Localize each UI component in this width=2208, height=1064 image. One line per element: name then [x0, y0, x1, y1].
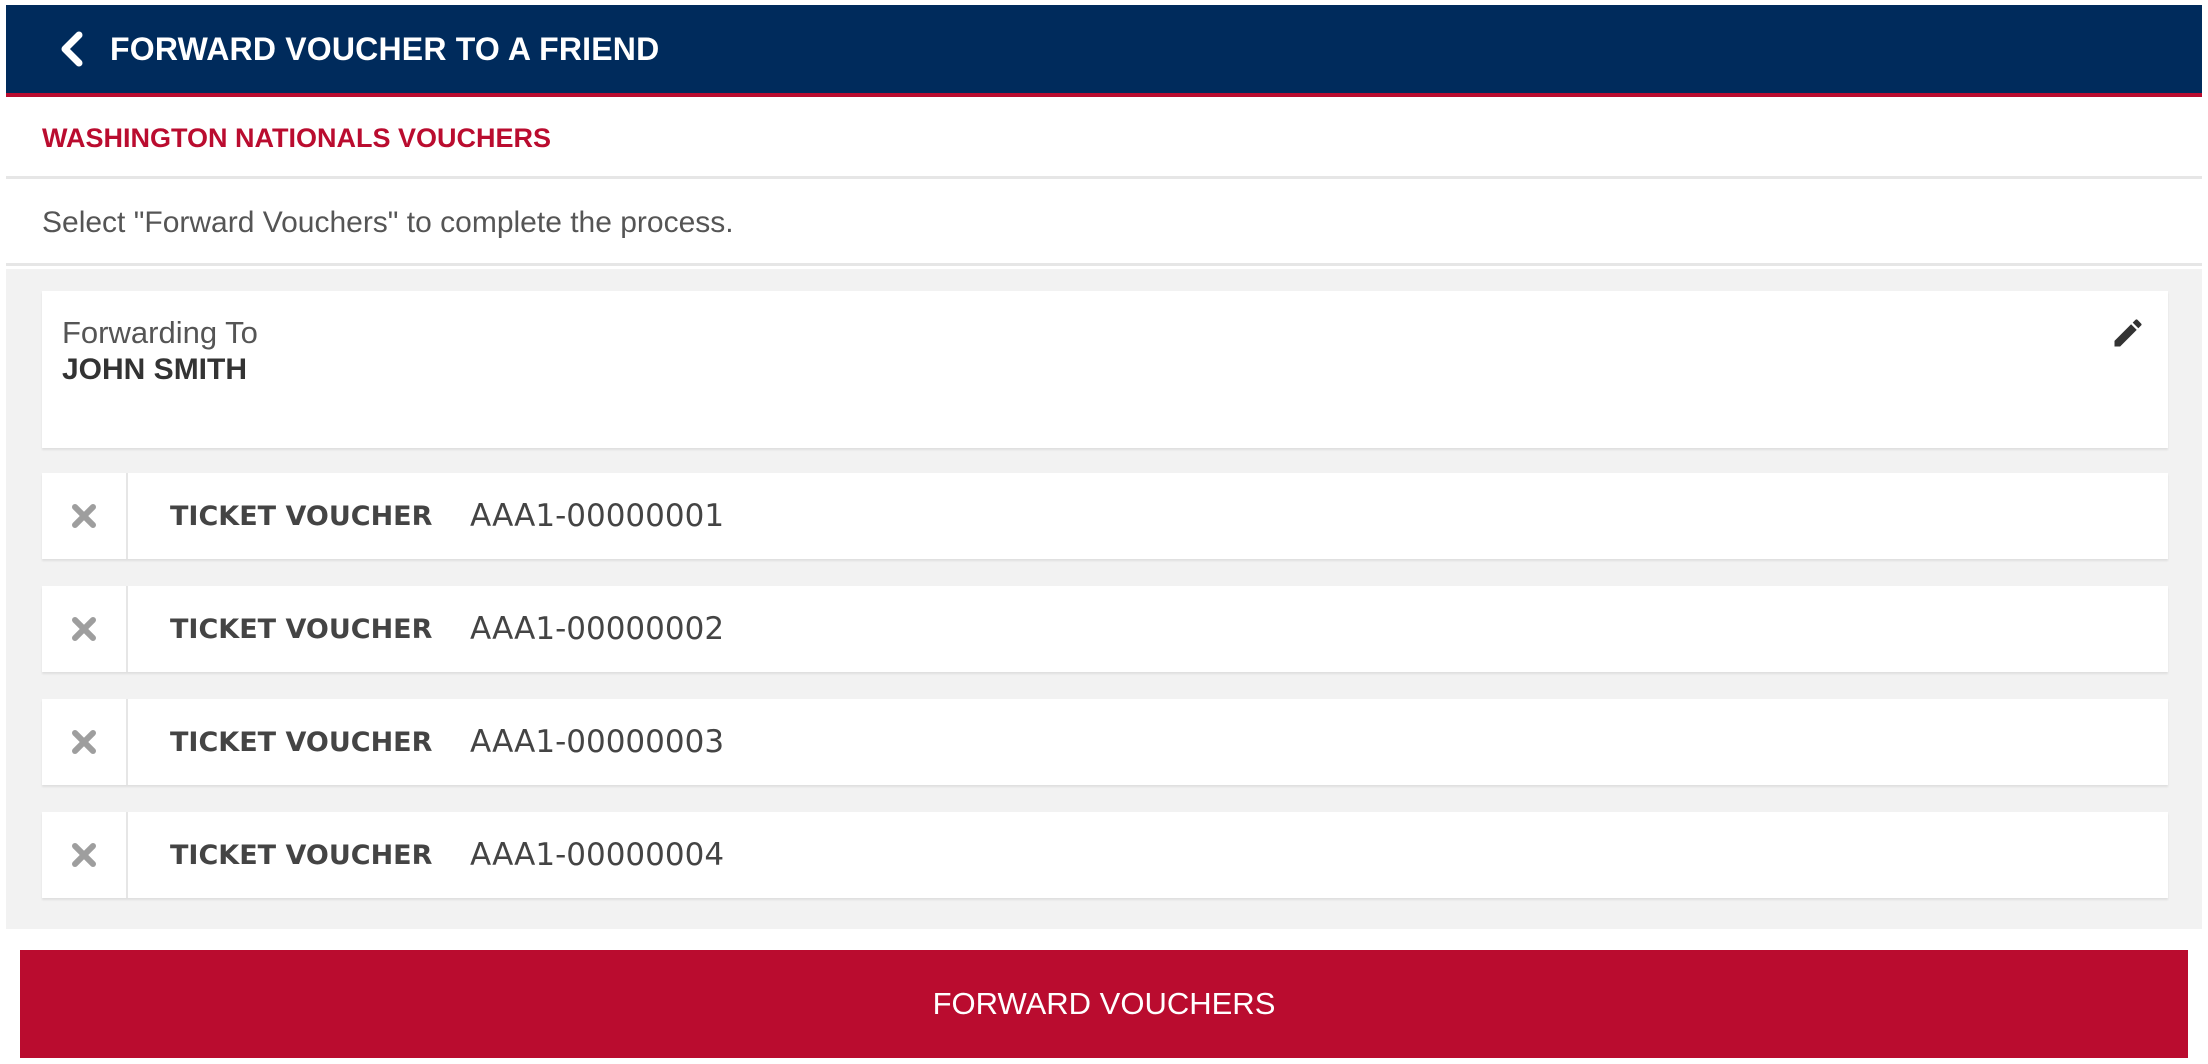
voucher-panel: Forwarding To JOHN SMITH TICKET VOUCHER …	[6, 269, 2202, 929]
voucher-row: TICKET VOUCHER AAA1-00000003	[42, 699, 2168, 785]
forward-voucher-screen: FORWARD VOUCHER TO A FRIEND WASHINGTON N…	[0, 0, 2208, 1064]
voucher-code: AAA1-00000002	[470, 611, 725, 647]
voucher-code: AAA1-00000003	[470, 724, 725, 760]
section-title: WASHINGTON NATIONALS VOUCHERS	[42, 123, 552, 153]
pencil-icon[interactable]	[2106, 311, 2150, 355]
close-icon[interactable]	[42, 699, 128, 785]
instruction-text: Select "Forward Vouchers" to complete th…	[42, 205, 734, 239]
page-title: FORWARD VOUCHER TO A FRIEND	[110, 30, 660, 67]
voucher-row: TICKET VOUCHER AAA1-00000002	[42, 586, 2168, 672]
voucher-row: TICKET VOUCHER AAA1-00000001	[42, 473, 2168, 559]
close-icon[interactable]	[42, 812, 128, 898]
chevron-left-icon[interactable]	[50, 27, 94, 71]
recipient-name: JOHN SMITH	[62, 353, 248, 386]
close-icon[interactable]	[42, 586, 128, 672]
voucher-type: TICKET VOUCHER	[170, 839, 433, 871]
voucher-type: TICKET VOUCHER	[170, 726, 433, 758]
header-bar: FORWARD VOUCHER TO A FRIEND	[6, 5, 2202, 97]
recipient-card: Forwarding To JOHN SMITH	[42, 291, 2168, 448]
recipient-label: Forwarding To	[62, 315, 258, 350]
forward-vouchers-button[interactable]: FORWARD VOUCHERS	[20, 950, 2188, 1058]
instruction-bar: Select "Forward Vouchers" to complete th…	[6, 182, 2202, 266]
voucher-code: AAA1-00000004	[470, 837, 725, 873]
voucher-type: TICKET VOUCHER	[170, 500, 433, 532]
voucher-row: TICKET VOUCHER AAA1-00000004	[42, 812, 2168, 898]
voucher-code: AAA1-00000001	[470, 498, 725, 534]
voucher-list: TICKET VOUCHER AAA1-00000001 TICKET VOUC…	[42, 473, 2168, 925]
section-header: WASHINGTON NATIONALS VOUCHERS	[6, 101, 2202, 179]
close-icon[interactable]	[42, 473, 128, 559]
voucher-type: TICKET VOUCHER	[170, 613, 433, 645]
